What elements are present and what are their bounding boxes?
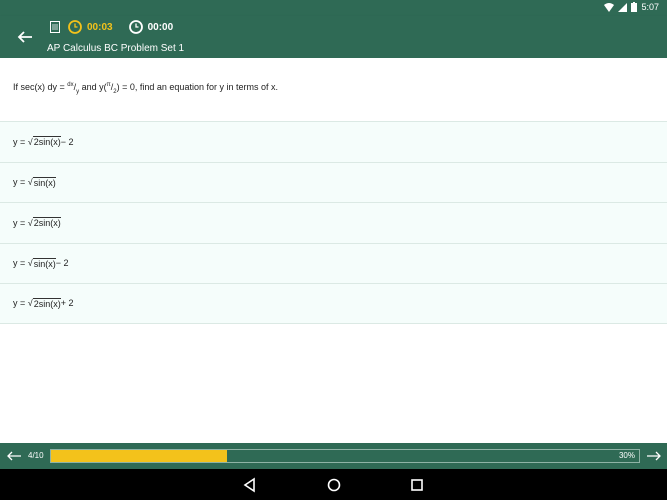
toolbar-row: 00:03 00:00 (50, 19, 189, 35)
progress-percent: 30% (618, 451, 635, 460)
page-title: AP Calculus BC Problem Set 1 (47, 43, 185, 54)
answer-lhs: y = √ (13, 258, 33, 269)
answer-tail: − 2 (60, 136, 74, 147)
answer-radicand: 2sin(x) (32, 217, 61, 229)
system-nav-bar (0, 469, 667, 500)
argument-numerator: π (106, 82, 111, 88)
back-triangle-icon[interactable] (242, 477, 258, 493)
status-bar: 5:07 (0, 0, 667, 16)
answer-lhs: y = √ (13, 177, 33, 188)
recents-square-icon[interactable] (409, 477, 425, 493)
answer-option-e[interactable]: y = √ 2sin(x) + 2 (0, 283, 667, 324)
answer-radicand: sin(x) (32, 176, 56, 188)
previous-arrow-icon[interactable] (6, 448, 22, 464)
home-circle-icon[interactable] (326, 477, 342, 493)
progress-track: 30% (50, 449, 640, 463)
answer-lhs: y = √ (13, 298, 33, 309)
document-icon[interactable] (50, 21, 60, 33)
question-prefix: If sec(x) dy = (13, 82, 68, 92)
question-text: If sec(x) dy = dx/y and y(π/2) = 0, find… (13, 82, 278, 95)
question-area: If sec(x) dy = dx/y and y(π/2) = 0, find… (0, 58, 667, 122)
question-suffix: ) = 0, find an equation for y in terms o… (116, 82, 278, 92)
answer-option-a[interactable]: y = √ 2sin(x) − 2 (0, 121, 667, 162)
answer-radicand: sin(x) (32, 257, 56, 269)
next-arrow-icon[interactable] (646, 448, 662, 464)
question-middle: and y( (79, 82, 107, 92)
progress-fill (51, 450, 228, 462)
total-timer-value: 00:00 (147, 21, 174, 33)
answer-tail: − 2 (55, 258, 69, 269)
answer-option-b[interactable]: y = √ sin(x) (0, 161, 667, 202)
clock-icon (68, 20, 82, 34)
clock-icon (128, 20, 143, 34)
app-bar: 00:03 00:00 AP Calculus BC Problem Set 1 (0, 16, 667, 58)
answer-lhs: y = √ (13, 136, 33, 147)
answer-tail: + 2 (60, 298, 74, 309)
back-arrow-icon[interactable] (16, 28, 34, 46)
answer-option-c[interactable]: y = √ 2sin(x) (0, 202, 667, 243)
answer-radicand: 2sin(x) (32, 297, 61, 309)
total-timer: 00:00 (128, 20, 174, 34)
fraction-numerator: dx (67, 82, 74, 88)
status-time: 5:07 (641, 2, 659, 12)
answer-radicand: 2sin(x) (32, 136, 61, 148)
signal-icon (618, 2, 628, 12)
answer-lhs: y = √ (13, 217, 33, 228)
wifi-icon (604, 2, 615, 12)
battery-icon (631, 2, 638, 12)
elapsed-timer-value: 00:03 (87, 21, 113, 33)
answer-option-d[interactable]: y = √ sin(x) − 2 (0, 242, 667, 283)
answer-list: y = √ 2sin(x) − 2 y = √ sin(x) y = √ 2sin(x… (0, 121, 667, 324)
question-counter: 4/10 (28, 451, 44, 460)
elapsed-timer: 00:03 (68, 20, 113, 34)
